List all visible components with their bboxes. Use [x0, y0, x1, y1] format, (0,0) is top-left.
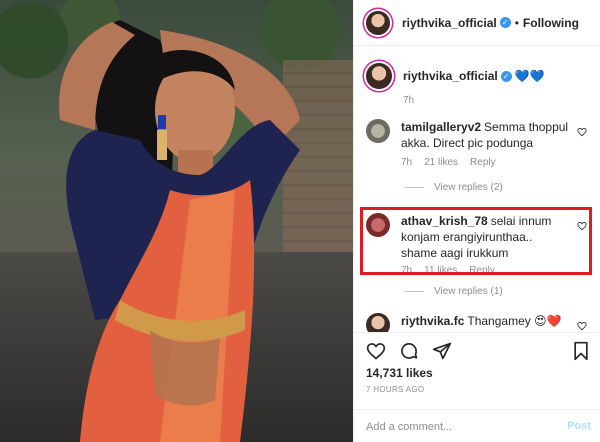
separator-dot: •: [514, 15, 519, 30]
comments-list[interactable]: riythvika_official ✓ 💙💙 7h tamilgalleryv2 S…: [354, 47, 600, 332]
following-button[interactable]: Following: [523, 16, 579, 30]
heart-icon[interactable]: [577, 321, 587, 331]
comment-text: Thangamey 😍❤️: [467, 314, 562, 328]
comment-item: riythvika.fc Thangamey 😍❤️: [366, 313, 591, 332]
replies-divider: [404, 187, 424, 188]
comment-meta: 7h 21 likes Reply: [401, 157, 591, 168]
comment-username[interactable]: riythvika.fc: [401, 314, 464, 328]
header-username[interactable]: riythvika_official: [402, 16, 497, 30]
comment-item-highlighted: athav_krish_78 selai innum konjam erangiy…: [366, 213, 591, 276]
caption-age: 7h: [403, 95, 415, 106]
view-replies-label[interactable]: View replies (1): [434, 286, 503, 297]
caption-emoji: 💙💙: [514, 69, 545, 83]
post-button[interactable]: Post: [567, 420, 591, 432]
heart-icon[interactable]: [366, 341, 386, 361]
caption-username[interactable]: riythvika_official: [403, 69, 498, 83]
comment-meta: 7h 11 likes Reply: [401, 265, 591, 276]
add-comment-bar: Post: [354, 409, 600, 442]
avatar[interactable]: [366, 63, 392, 89]
verified-icon: ✓: [500, 71, 512, 83]
bookmark-icon[interactable]: [571, 341, 591, 361]
comment-input[interactable]: [366, 418, 556, 436]
comment-age: 7h: [401, 157, 413, 168]
post-timestamp: 7 HOURS AGO: [366, 385, 425, 394]
avatar[interactable]: [366, 10, 390, 35]
comment-username[interactable]: tamilgalleryv2: [401, 120, 481, 134]
likes-count[interactable]: 14,731 likes: [366, 366, 433, 380]
woman-in-saree-illustration: [59, 20, 300, 442]
comment-icon[interactable]: [399, 341, 419, 361]
replies-divider: [404, 291, 424, 292]
avatar[interactable]: [366, 213, 390, 237]
comment-likes[interactable]: 11 likes: [424, 265, 457, 276]
comment-item: tamilgalleryv2 Semma thoppul akka. Direct…: [366, 119, 591, 168]
verified-icon: ✓: [499, 17, 511, 28]
caption: riythvika_official ✓ 💙💙 7h: [366, 63, 591, 106]
comment-username[interactable]: athav_krish_78: [401, 214, 488, 228]
avatar[interactable]: [366, 313, 390, 332]
post-photo[interactable]: [0, 0, 353, 442]
comment-likes[interactable]: 21 likes: [424, 157, 458, 168]
avatar[interactable]: [366, 119, 390, 143]
heart-icon[interactable]: [577, 127, 587, 137]
view-replies-button[interactable]: View replies (1): [404, 286, 503, 297]
heart-icon[interactable]: [577, 221, 587, 231]
view-replies-label[interactable]: View replies (2): [434, 182, 503, 193]
post-side-panel: riythvika_official ✓ • Following riythvi…: [353, 0, 600, 442]
reply-button[interactable]: Reply: [469, 265, 495, 276]
comment-age: 7h: [401, 265, 413, 276]
post-actions: 14,731 likes 7 HOURS AGO Post: [354, 332, 600, 442]
reply-button[interactable]: Reply: [470, 157, 496, 168]
post-header: riythvika_official ✓ • Following: [354, 0, 600, 46]
view-replies-button[interactable]: View replies (2): [404, 182, 503, 193]
share-icon[interactable]: [432, 341, 452, 361]
